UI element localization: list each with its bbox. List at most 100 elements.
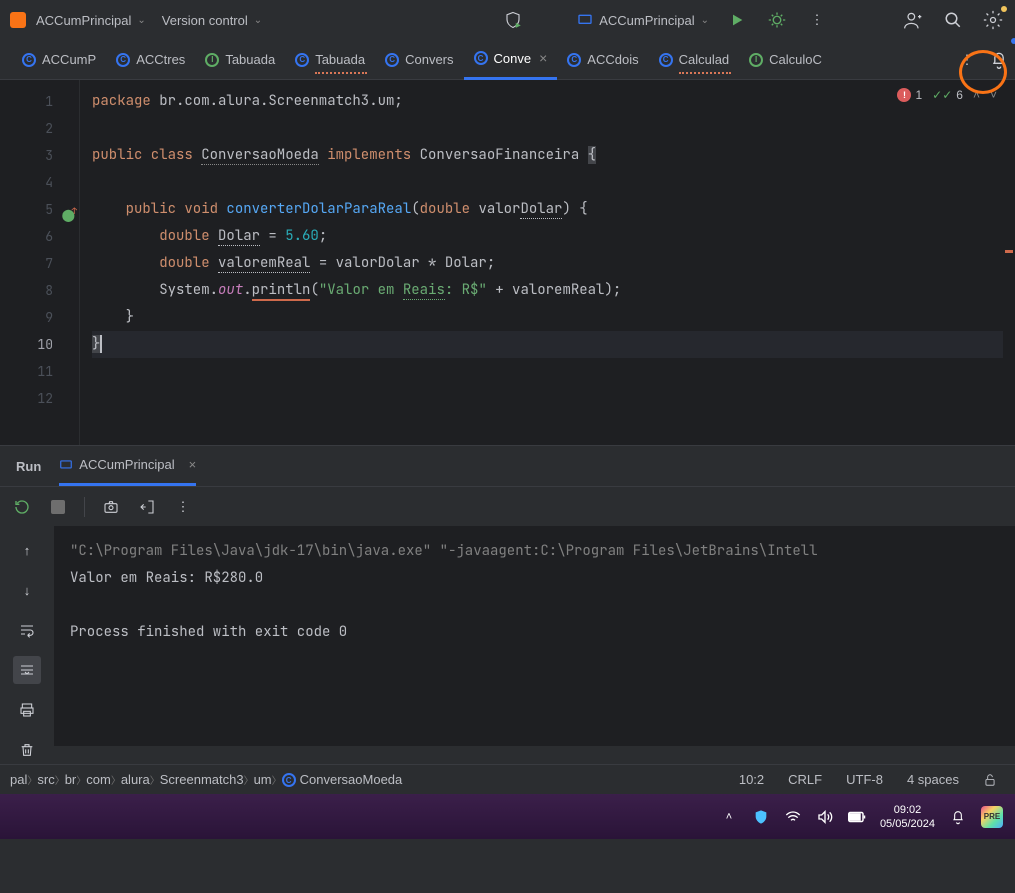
file-type-icon: C (474, 51, 488, 65)
editor-tab[interactable]: CConve× (464, 40, 558, 80)
run-tabs: Run ACCumPrincipal × (0, 446, 1015, 486)
warning-count[interactable]: ✓✓6 (932, 88, 963, 102)
error-count[interactable]: !1 (897, 88, 922, 102)
line-number[interactable]: 7 (0, 250, 79, 277)
code-editor[interactable]: 12345⬤↑6789101112 package br.com.alura.S… (0, 80, 1015, 445)
line-number[interactable]: 4 (0, 169, 79, 196)
run-tool-window: Run ACCumPrincipal × ⋮ ↑ ↓ "C:\Program F… (0, 445, 1015, 764)
code-pane[interactable]: package br.com.alura.Screenmatch3.um; pu… (80, 80, 1015, 445)
line-number[interactable]: 11 (0, 358, 79, 385)
run-config-dropdown[interactable]: ACCumPrincipal ⌄ (577, 12, 709, 28)
inspections-widget[interactable]: !1 ✓✓6 ˄ ˅ (897, 88, 997, 102)
error-icon: ! (897, 88, 911, 102)
breadcrumb-item[interactable]: src (37, 772, 54, 787)
file-type-icon: C (295, 53, 309, 67)
project-icon (10, 12, 26, 28)
indent-setting[interactable]: 4 spaces (899, 772, 967, 787)
chevron-down-icon: ⌄ (137, 15, 145, 26)
more-actions-button[interactable]: ⋮ (805, 8, 829, 32)
editor-tab[interactable]: CCalculad (649, 40, 740, 80)
tab-label: Tabuada (315, 52, 365, 67)
status-bar: pal〉src〉br〉com〉alura〉Screenmatch3〉um〉CCo… (0, 764, 1015, 794)
line-number[interactable]: 3 (0, 142, 79, 169)
stop-button[interactable] (48, 497, 68, 517)
vcs-dropdown[interactable]: Version control ⌄ (162, 13, 262, 28)
run-button[interactable] (725, 8, 749, 32)
down-button[interactable]: ↓ (13, 576, 41, 604)
more-button[interactable]: ⋮ (173, 497, 193, 517)
editor-tab[interactable]: C Tabuada (285, 40, 375, 80)
search-icon[interactable] (941, 8, 965, 32)
editor-tab[interactable]: C ACCumP (12, 40, 106, 80)
editor-tab[interactable]: ITabuada (195, 40, 285, 80)
line-number[interactable]: 12 (0, 385, 79, 412)
debug-button[interactable] (765, 8, 789, 32)
line-number[interactable]: 1 (0, 88, 79, 115)
editor-tab[interactable]: ICalculoC (739, 40, 832, 80)
line-number[interactable]: 2 (0, 115, 79, 142)
editor-tab[interactable]: CConvers (375, 40, 463, 80)
scroll-to-end-button[interactable] (13, 656, 41, 684)
tabs-more-button[interactable]: ⋮ (951, 40, 983, 80)
file-type-icon: C (116, 53, 130, 67)
up-button[interactable]: ↑ (13, 536, 41, 564)
file-type-icon: C (22, 53, 36, 67)
file-type-icon: I (749, 53, 763, 67)
soft-wrap-button[interactable] (13, 616, 41, 644)
notifications-bell-icon[interactable] (983, 40, 1015, 80)
breadcrumb-path[interactable]: pal〉src〉br〉com〉alura〉Screenmatch3〉um〉CCo… (10, 772, 402, 788)
project-dropdown[interactable]: ACCumPrincipal ⌄ (10, 12, 146, 28)
tray-wifi-icon[interactable] (784, 808, 802, 826)
shield-icon[interactable]: ▸ (501, 8, 525, 32)
file-encoding[interactable]: UTF-8 (838, 772, 891, 787)
breadcrumb-item[interactable]: alura (121, 772, 150, 787)
run-tab-active[interactable]: ACCumPrincipal × (59, 446, 196, 486)
close-icon[interactable]: × (539, 50, 547, 66)
breadcrumb-item[interactable]: ConversaoMoeda (300, 772, 403, 787)
line-separator[interactable]: CRLF (780, 772, 830, 787)
line-number[interactable]: 8 (0, 277, 79, 304)
line-number[interactable]: 5⬤↑ (0, 196, 79, 223)
rerun-button[interactable] (12, 497, 32, 517)
file-type-icon: I (205, 53, 219, 67)
line-number[interactable]: 10 (0, 331, 79, 358)
close-icon[interactable]: × (189, 457, 197, 472)
breadcrumb-item[interactable]: br (65, 772, 77, 787)
code-with-me-icon[interactable] (901, 8, 925, 32)
text-cursor (100, 335, 102, 353)
tab-label: Calculad (679, 52, 730, 67)
tray-notifications-icon[interactable] (949, 808, 967, 826)
console-output[interactable]: "C:\Program Files\Java\jdk-17\bin\java.e… (54, 526, 1015, 746)
line-number[interactable]: 9 (0, 304, 79, 331)
breadcrumb-item[interactable]: um (254, 772, 272, 787)
chevron-up-icon[interactable]: ˄ (973, 88, 980, 102)
caret-position[interactable]: 10:2 (731, 772, 772, 787)
chevron-down-icon[interactable]: ˅ (990, 88, 997, 102)
copilot-pre-icon[interactable]: PRE (981, 806, 1003, 828)
tray-volume-icon[interactable] (816, 808, 834, 826)
exit-button[interactable] (137, 497, 157, 517)
line-number[interactable]: 6 (0, 223, 79, 250)
tray-security-icon[interactable] (752, 808, 770, 826)
breadcrumb-item[interactable]: com (86, 772, 111, 787)
breadcrumb-item[interactable]: Screenmatch3 (160, 772, 244, 787)
breadcrumb-item[interactable]: pal (10, 772, 27, 787)
editor-scrollbar[interactable] (1001, 80, 1013, 445)
settings-icon[interactable] (981, 8, 1005, 32)
top-toolbar: ACCumPrincipal ⌄ Version control ⌄ ▸ ACC… (0, 0, 1015, 40)
editor-tab[interactable]: CACCtres (106, 40, 195, 80)
tray-chevron-icon[interactable]: ˄ (720, 808, 738, 826)
trash-button[interactable] (13, 736, 41, 764)
readonly-lock-icon[interactable] (975, 773, 1005, 787)
tray-battery-icon[interactable] (848, 808, 866, 826)
taskbar-clock[interactable]: 09:02 05/05/2024 (880, 803, 935, 831)
notification-dot (1011, 38, 1015, 44)
editor-gutter[interactable]: 12345⬤↑6789101112 (0, 80, 80, 445)
class-name: ConversaoMoeda (201, 146, 319, 165)
screenshot-button[interactable] (101, 497, 121, 517)
run-title[interactable]: Run (16, 446, 41, 486)
print-button[interactable] (13, 696, 41, 724)
run-config-label: ACCumPrincipal (599, 13, 694, 28)
tab-label: ACCumP (42, 52, 96, 67)
editor-tab[interactable]: CACCdois (557, 40, 648, 80)
